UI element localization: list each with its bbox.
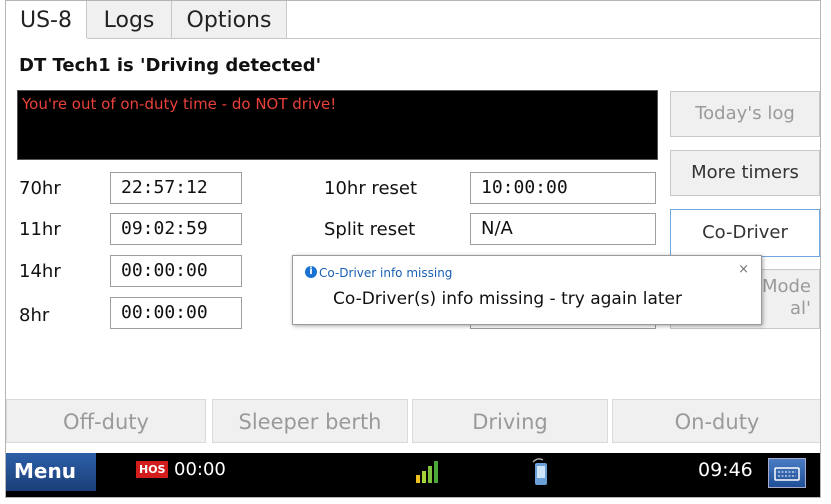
hos-time: 00:00 — [174, 459, 226, 480]
timer-8hr-value: 00:00:00 — [110, 297, 242, 329]
timer-10hr-reset-value: 10:00:00 — [470, 172, 656, 204]
timer-11hr-value: 09:02:59 — [110, 213, 242, 245]
tab-us8[interactable]: US-8 — [6, 1, 87, 38]
timer-14hr-value: 00:00:00 — [110, 255, 242, 287]
on-duty-button[interactable]: On-duty — [612, 399, 820, 443]
timer-split-reset-label: Split reset — [324, 219, 416, 240]
keyboard-icon[interactable] — [768, 458, 806, 488]
duty-status-bar: Off-duty Sleeper berth Driving On-duty — [6, 397, 820, 447]
taskbar: Menu HOS 00:00 09:46 — [6, 453, 820, 497]
tab-bar-fill — [287, 1, 820, 39]
more-timers-button[interactable]: More timers — [670, 150, 820, 196]
warning-message: You're out of on-duty time - do NOT driv… — [22, 95, 337, 113]
co-driver-info-popup: i Co-Driver info missing × Co-Driver(s) … — [292, 255, 762, 325]
timer-70hr-value: 22:57:12 — [110, 172, 242, 204]
close-icon[interactable]: × — [738, 262, 749, 277]
tab-logs[interactable]: Logs — [87, 1, 172, 39]
signal-strength-icon — [414, 457, 444, 485]
timer-11hr-label: 11hr — [19, 219, 61, 240]
warning-message-box: You're out of on-duty time - do NOT driv… — [17, 90, 658, 160]
popup-message: Co-Driver(s) info missing - try again la… — [333, 289, 682, 309]
tab-bar: US-8 Logs Options — [6, 1, 820, 39]
timer-split-reset-value: N/A — [470, 213, 656, 245]
co-driver-button[interactable]: Co-Driver — [670, 209, 820, 257]
popup-title: Co-Driver info missing — [319, 266, 453, 280]
timer-10hr-reset-label: 10hr reset — [324, 178, 418, 199]
menu-button[interactable]: Menu — [6, 453, 96, 491]
hos-badge: HOS — [136, 461, 169, 478]
phone-icon — [530, 457, 552, 487]
off-duty-button[interactable]: Off-duty — [6, 399, 206, 443]
driving-button[interactable]: Driving — [412, 399, 608, 443]
timer-8hr-label: 8hr — [19, 305, 50, 326]
timer-14hr-label: 14hr — [19, 261, 61, 282]
info-icon: i — [305, 266, 317, 278]
todays-log-button[interactable]: Today's log — [670, 91, 820, 137]
tab-options[interactable]: Options — [172, 1, 287, 39]
sleeper-berth-button[interactable]: Sleeper berth — [212, 399, 408, 443]
driver-status: DT Tech1 is 'Driving detected' — [19, 55, 322, 76]
timer-70hr-label: 70hr — [19, 178, 61, 199]
clock: 09:46 — [698, 459, 753, 481]
app-window: US-8 Logs Options DT Tech1 is 'Driving d… — [5, 0, 821, 498]
